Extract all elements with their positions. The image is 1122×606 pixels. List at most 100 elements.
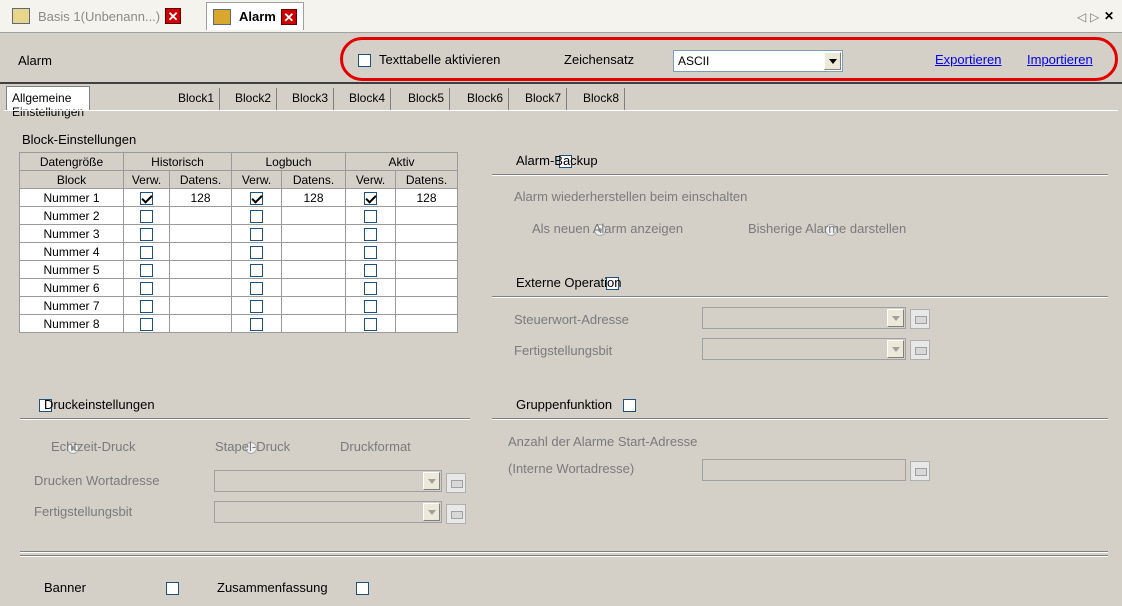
log-use-checkbox[interactable] <box>250 227 263 241</box>
record-count-cell[interactable] <box>395 314 458 333</box>
act-use-checkbox[interactable] <box>364 263 377 277</box>
record-count-cell[interactable] <box>395 296 458 315</box>
hist-use-checkbox[interactable] <box>140 209 153 223</box>
log-use-checkbox[interactable] <box>250 191 263 205</box>
record-count-cell[interactable] <box>395 242 458 261</box>
import-link[interactable]: Importieren <box>1027 52 1093 67</box>
tab-general[interactable]: Allgemeine Einstellungen <box>6 86 91 119</box>
print-done-bit-select[interactable] <box>214 501 442 523</box>
chevron-down-icon[interactable] <box>423 503 440 521</box>
use-cell <box>231 224 282 243</box>
record-count-cell[interactable] <box>281 314 346 333</box>
act-use-checkbox[interactable] <box>364 317 377 331</box>
table-row: Nummer 6 <box>19 278 458 297</box>
external-done-bit-select[interactable] <box>702 338 906 360</box>
use-cell <box>345 206 396 225</box>
log-use-checkbox[interactable] <box>250 317 263 331</box>
hist-use-checkbox[interactable] <box>140 263 153 277</box>
export-link[interactable]: Exportieren <box>935 52 1001 67</box>
tab-block8[interactable]: Block8 <box>578 88 626 110</box>
record-count-cell[interactable] <box>281 224 346 243</box>
print-word-address-select[interactable] <box>214 470 442 492</box>
divider <box>20 418 470 420</box>
record-count-cell[interactable] <box>281 260 346 279</box>
group-function-checkbox[interactable] <box>622 399 636 413</box>
texttable-label: Texttabelle aktivieren <box>379 52 501 67</box>
header-group: Historisch <box>123 152 232 171</box>
record-count-cell[interactable] <box>169 224 232 243</box>
summary-checkbox[interactable] <box>356 582 370 596</box>
tab-block1[interactable]: Block1 <box>173 88 221 110</box>
record-count-cell[interactable] <box>281 206 346 225</box>
tab-block6[interactable]: Block6 <box>462 88 510 110</box>
charset-select[interactable]: ASCII <box>673 50 843 72</box>
record-count-cell[interactable] <box>281 296 346 315</box>
texttable-checkbox[interactable] <box>358 54 371 68</box>
start-address-input[interactable] <box>702 459 906 481</box>
tab-block4[interactable]: Block4 <box>344 88 392 110</box>
log-use-checkbox[interactable] <box>250 209 263 223</box>
chevron-down-icon[interactable] <box>887 340 904 358</box>
record-count-cell[interactable] <box>281 278 346 297</box>
banner-checkbox[interactable] <box>166 582 180 596</box>
print-format-label[interactable]: Druckformat <box>340 439 411 454</box>
block-settings-title: Block-Einstellungen <box>22 132 137 147</box>
address-input-icon[interactable] <box>446 473 466 493</box>
record-count-cell[interactable] <box>169 260 232 279</box>
address-input-icon[interactable] <box>910 309 930 329</box>
hist-use-checkbox[interactable] <box>140 281 153 295</box>
divider <box>492 418 1108 420</box>
record-count-cell[interactable]: 128 <box>169 188 232 207</box>
record-count-cell[interactable]: 128 <box>395 188 458 207</box>
act-use-checkbox[interactable] <box>364 281 377 295</box>
tab-block7[interactable]: Block7 <box>520 88 568 110</box>
hist-use-checkbox[interactable] <box>140 245 153 259</box>
chevron-down-icon[interactable] <box>824 52 841 70</box>
tab-scroll-right-icon[interactable]: ▷ <box>1090 10 1099 24</box>
close-icon[interactable]: ✕ <box>280 8 297 25</box>
banner-label: Banner <box>44 580 86 595</box>
record-count-cell[interactable] <box>169 242 232 261</box>
address-input-icon[interactable] <box>910 461 930 481</box>
log-use-checkbox[interactable] <box>250 245 263 259</box>
act-use-checkbox[interactable] <box>364 245 377 259</box>
hist-use-checkbox[interactable] <box>140 227 153 241</box>
log-use-checkbox[interactable] <box>250 299 263 313</box>
record-count-cell[interactable] <box>169 296 232 315</box>
tab-block3[interactable]: Block3 <box>287 88 335 110</box>
close-icon[interactable]: ✕ <box>165 8 182 24</box>
act-use-checkbox[interactable] <box>364 227 377 241</box>
act-use-checkbox[interactable] <box>364 299 377 313</box>
record-count-cell[interactable] <box>395 224 458 243</box>
record-count-cell[interactable] <box>281 242 346 261</box>
address-input-icon[interactable] <box>910 340 930 360</box>
tab-scroll-left-icon[interactable]: ◁ <box>1077 10 1086 24</box>
act-use-checkbox[interactable] <box>364 209 377 223</box>
chevron-down-icon[interactable] <box>423 472 440 490</box>
act-use-checkbox[interactable] <box>364 191 377 205</box>
doc-tab-alarm[interactable]: Alarm ✕ <box>206 2 304 30</box>
header-col: Datens. <box>395 170 458 189</box>
address-input-icon[interactable] <box>446 504 466 524</box>
record-count-cell[interactable] <box>169 314 232 333</box>
doc-tab-basis[interactable]: Basis 1(Unbenann...) ✕ <box>6 2 187 30</box>
tab-block2[interactable]: Block2 <box>230 88 278 110</box>
log-use-checkbox[interactable] <box>250 281 263 295</box>
record-count-cell[interactable] <box>169 278 232 297</box>
record-count-cell[interactable] <box>395 278 458 297</box>
chevron-down-icon[interactable] <box>887 309 904 327</box>
control-word-select[interactable] <box>702 307 906 329</box>
log-use-checkbox[interactable] <box>250 263 263 277</box>
record-count-cell[interactable] <box>169 206 232 225</box>
hist-use-checkbox[interactable] <box>140 317 153 331</box>
record-count-cell[interactable]: 128 <box>281 188 346 207</box>
table-row: Nummer 3 <box>19 224 458 243</box>
tab-block5[interactable]: Block5 <box>403 88 451 110</box>
close-window-icon[interactable]: ✕ <box>1104 9 1114 23</box>
hist-use-checkbox[interactable] <box>140 299 153 313</box>
block-name-cell: Nummer 5 <box>19 260 124 279</box>
use-cell <box>231 188 282 207</box>
record-count-cell[interactable] <box>395 206 458 225</box>
record-count-cell[interactable] <box>395 260 458 279</box>
hist-use-checkbox[interactable] <box>140 191 153 205</box>
